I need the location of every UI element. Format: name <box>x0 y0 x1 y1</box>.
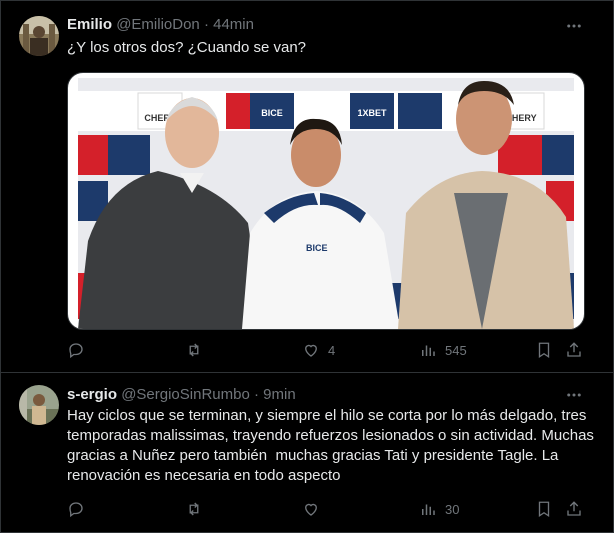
tweet-2[interactable]: s-ergio @SergioSinRumbo · 9min Hay ciclo… <box>1 373 613 531</box>
svg-text:BICE: BICE <box>306 243 328 253</box>
author-name[interactable]: s-ergio <box>67 386 117 403</box>
reply-icon <box>69 502 83 518</box>
share-icon <box>567 342 581 357</box>
bookmark-icon <box>538 342 550 359</box>
reply-icon <box>69 343 83 359</box>
timestamp[interactable]: 44min <box>213 16 254 33</box>
avatar[interactable] <box>19 385 59 425</box>
tweet-actions: 4 545 <box>67 340 587 360</box>
views-icon <box>422 504 435 515</box>
like-button[interactable]: 4 <box>302 340 335 360</box>
timestamp[interactable]: 9min <box>263 386 296 403</box>
views-count: 30 <box>445 501 460 517</box>
views-button[interactable]: 30 <box>419 499 459 519</box>
tweet-text: ¿Y los otros dos? ¿Cuando se van? <box>67 39 307 56</box>
retweet-icon <box>189 502 199 516</box>
more-icon[interactable] <box>564 385 584 405</box>
tweet-header: s-ergio @SergioSinRumbo · 9min <box>67 385 296 405</box>
svg-text:1XBET: 1XBET <box>357 108 387 118</box>
reply-button[interactable] <box>67 340 93 360</box>
author-handle[interactable]: @EmilioDon <box>116 16 200 33</box>
tweet-photo[interactable]: CHERY BICE 1XBET CHERY BICE <box>67 72 585 330</box>
retweet-button[interactable] <box>185 499 211 519</box>
views-count: 545 <box>445 342 467 358</box>
author-name[interactable]: Emilio <box>67 16 112 33</box>
reply-button[interactable] <box>67 499 93 519</box>
like-icon <box>305 344 317 357</box>
bookmark-button[interactable] <box>535 499 553 519</box>
author-handle[interactable]: @SergioSinRumbo <box>121 386 250 403</box>
svg-text:BICE: BICE <box>261 108 283 118</box>
separator: · <box>203 16 209 33</box>
more-icon[interactable] <box>564 16 584 36</box>
tweet-actions: 30 <box>67 499 587 519</box>
bookmark-button[interactable] <box>535 340 553 360</box>
retweet-icon <box>189 343 199 357</box>
share-button[interactable] <box>565 340 583 360</box>
like-button[interactable] <box>302 499 328 519</box>
like-count: 4 <box>328 342 336 358</box>
separator: · <box>253 386 259 403</box>
views-icon <box>422 345 435 356</box>
tweet-header: Emilio @EmilioDon · 44min <box>67 15 254 35</box>
views-button[interactable]: 545 <box>419 340 467 360</box>
avatar[interactable] <box>19 16 59 56</box>
retweet-button[interactable] <box>185 340 211 360</box>
tweet-text: Hay ciclos que se terminan, y siempre el… <box>67 407 599 484</box>
tweet-1[interactable]: Emilio @EmilioDon · 44min ¿Y los otros d… <box>1 0 613 372</box>
bookmark-icon <box>538 501 550 518</box>
like-icon <box>305 503 317 516</box>
share-button[interactable] <box>565 499 583 519</box>
share-icon <box>567 501 581 516</box>
